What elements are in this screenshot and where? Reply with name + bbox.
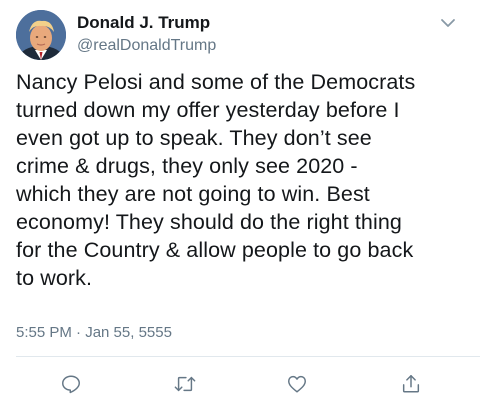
tweet-timestamp[interactable]: 5:55 PM · Jan 55, 5555 xyxy=(16,324,172,341)
author-handle[interactable]: @realDonaldTrump xyxy=(77,37,216,55)
share-button[interactable] xyxy=(398,371,424,397)
reply-icon xyxy=(60,373,82,395)
chevron-down-icon[interactable] xyxy=(437,12,459,34)
tweet-text: Nancy Pelosi and some of the Democrats t… xyxy=(16,70,416,290)
avatar[interactable] xyxy=(16,10,66,60)
share-icon xyxy=(400,373,422,395)
retweet-icon xyxy=(173,373,197,395)
tweet-card: Donald J. Trump @realDonaldTrump Nancy P… xyxy=(0,0,480,410)
retweet-button[interactable] xyxy=(172,371,198,397)
author-name[interactable]: Donald J. Trump xyxy=(77,13,210,33)
like-button[interactable] xyxy=(284,371,310,397)
divider xyxy=(16,356,480,357)
reply-button[interactable] xyxy=(58,371,84,397)
heart-icon xyxy=(286,373,308,395)
